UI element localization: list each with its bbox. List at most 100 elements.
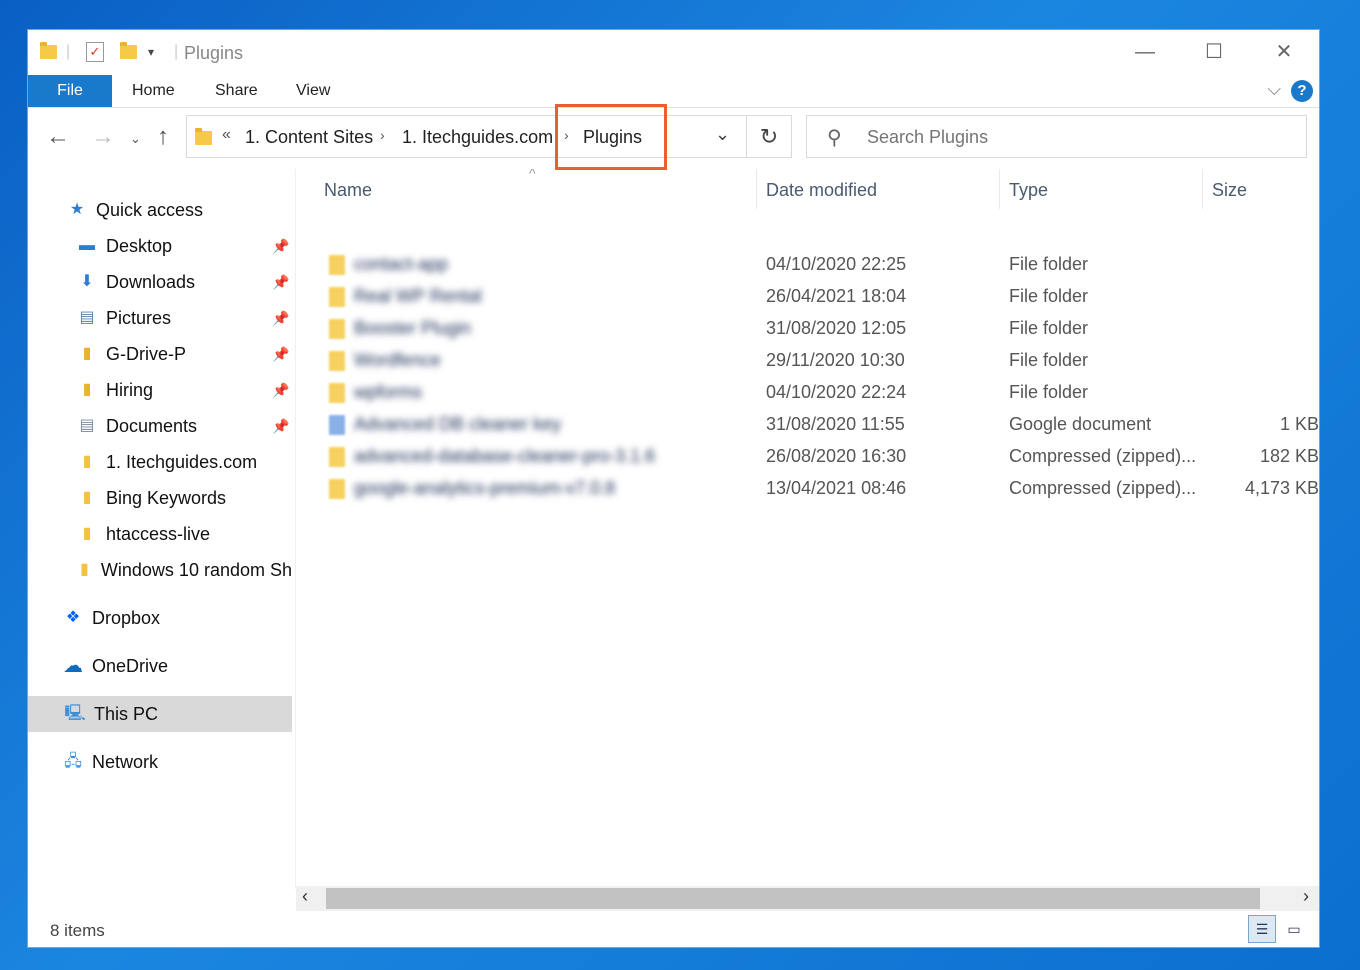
refresh-button[interactable]: ↻ [746,115,792,158]
file-row[interactable]: wpforms 04/10/2020 22:24 File folder [296,377,1319,409]
ribbon-tabs: File Home Share View ⌵ ? [28,75,1319,108]
search-input[interactable] [865,126,1289,149]
file-row[interactable]: contact-app 04/10/2020 22:25 File folder [296,249,1319,281]
scrollbar-thumb[interactable] [326,888,1260,909]
file-date: 26/04/2021 18:04 [766,286,907,306]
close-button[interactable]: ✕ [1261,36,1307,68]
sidebar-item-3[interactable]: ▮ G-Drive-P [76,337,186,371]
scroll-left-icon[interactable]: ‹ [302,886,308,907]
file-type: File folder [1009,350,1089,370]
new-folder-icon[interactable] [120,40,137,64]
column-type[interactable]: Type [1009,180,1048,201]
pin-icon[interactable]: 📌 [272,382,289,399]
file-row[interactable]: google-analytics-premium-v7.0.8 13/04/202… [296,473,1319,505]
minimize-button[interactable]: — [1122,36,1168,68]
details-view-button[interactable]: ☰ [1248,915,1276,943]
nav-dropbox[interactable]: ❖ Dropbox [62,601,160,635]
file-name: google-analytics-premium-v7.0.8 [354,478,616,498]
back-button[interactable]: ← [46,123,70,151]
sidebar-item-9[interactable]: ▮ Windows 10 random Sh [76,553,292,587]
tab-home[interactable]: Home [132,75,175,107]
file-date: 31/08/2020 12:05 [766,318,907,338]
sidebar-item-label: 1. Itechguides.com [106,452,258,472]
address-dropdown-icon[interactable]: ⌄ [715,124,730,145]
plugins-highlight-box [555,104,667,170]
nav-onedrive[interactable]: ☁ OneDrive [62,649,168,683]
file-size: 1 KB [1279,414,1319,434]
breadcrumb-itechguides[interactable]: 1. Itechguides.com [402,127,553,148]
folder-icon [329,351,345,371]
large-icons-view-button[interactable]: ▭ [1282,917,1306,941]
sidebar-item-label: Desktop [106,236,173,256]
up-button[interactable]: ↑ [157,123,169,151]
file-row[interactable]: Real WP Rental 26/04/2021 18:04 File folde… [296,281,1319,313]
file-row[interactable]: Wordfence 29/11/2020 10:30 File folder [296,345,1319,377]
file-row[interactable]: advanced-database-cleaner-pro-3.1.6 26/08… [296,441,1319,473]
sidebar-item-8[interactable]: ▮ htaccess-live [76,517,210,551]
file-name: Real WP Rental [354,286,482,306]
pin-icon[interactable]: 📌 [272,238,289,255]
sidebar-item-label: Bing Keywords [106,488,227,508]
folder-icon: ▮ [82,525,92,542]
column-date-modified[interactable]: Date modified [766,180,877,201]
file-date: 26/08/2020 16:30 [766,446,907,466]
title-bar: | ✓ ▾ | Plugins — ☐ ✕ [28,30,1319,75]
help-button[interactable]: ? [1291,80,1313,102]
expand-ribbon-icon[interactable]: ⌵ [1267,79,1281,100]
search-box[interactable]: ⚲ [806,115,1307,158]
file-date: 31/08/2020 11:55 [766,414,905,434]
scroll-right-icon[interactable]: › [1303,886,1309,907]
sidebar-item-label: Hiring [106,380,154,400]
sidebar-item-5[interactable]: ▤ Documents [76,409,197,443]
breadcrumb-content-sites[interactable]: 1. Content Sites [245,127,373,148]
sort-ascending-icon: ^ [529,169,536,181]
nav-quick-access[interactable]: ★ Quick access [66,193,203,227]
file-date: 29/11/2020 10:30 [766,350,905,370]
breadcrumb-separator[interactable]: › [380,127,385,143]
quick-access-dropdown-icon[interactable]: ▾ [148,40,154,64]
column-divider[interactable] [999,169,1000,209]
file-name: wpforms [354,382,423,402]
properties-icon[interactable]: ✓ [86,40,104,64]
pin-icon[interactable]: 📌 [272,274,289,291]
recent-locations-icon[interactable]: ⌄ [130,131,141,147]
sidebar-item-2[interactable]: ▤ Pictures [76,301,171,335]
folder-icon: ▮ [80,561,89,578]
sidebar-item-7[interactable]: ▮ Bing Keywords [76,481,226,515]
column-divider[interactable] [1202,169,1203,209]
sidebar-item-6[interactable]: ▮ 1. Itechguides.com [76,445,258,479]
item-count: 8 items [50,921,105,940]
documents-icon: ▤ [79,417,95,434]
file-date: 13/04/2021 08:46 [766,478,907,498]
file-row[interactable]: Advanced DB cleaner key 31/08/2020 11:55 G… [296,409,1319,441]
tab-view[interactable]: View [296,75,330,107]
forward-button[interactable]: → [91,123,115,151]
file-row[interactable]: Booster Plugin 31/08/2020 12:05 File folde… [296,313,1319,345]
sidebar-item-4[interactable]: ▮ Hiring [76,373,153,407]
sidebar-item-0[interactable]: ▬ Desktop [76,229,172,263]
window-title: Plugins [184,43,244,63]
folder-icon: ▮ [82,453,92,470]
sidebar-item-1[interactable]: ⬇ Downloads [76,265,195,299]
column-size[interactable]: Size [1212,180,1247,201]
nav-network[interactable]: 🖧 Network [62,745,158,779]
maximize-button[interactable]: ☐ [1191,36,1237,68]
download-icon: ⬇ [80,273,94,290]
file-name: Advanced DB cleaner key [354,414,562,434]
file-type: Compressed (zipped)... [1009,478,1197,498]
pin-icon[interactable]: 📌 [272,346,289,363]
file-date: 04/10/2020 22:24 [766,382,907,402]
folder-icon [329,383,345,403]
column-name[interactable]: Name [324,180,372,201]
horizontal-scrollbar[interactable]: ‹ › [296,886,1319,911]
column-divider[interactable] [756,169,757,209]
overflow-chevron[interactable]: « [222,126,231,144]
tab-file[interactable]: File [28,75,112,107]
tab-share[interactable]: Share [215,75,258,107]
nav-this-pc[interactable]: 🖳 This PC [64,697,158,731]
file-size: 4,173 KB [1244,478,1319,498]
folder-icon [40,42,57,59]
address-bar[interactable]: « 1. Content Sites › 1. Itechguides.com … [186,115,792,158]
pin-icon[interactable]: 📌 [272,310,289,327]
pin-icon[interactable]: 📌 [272,418,289,435]
